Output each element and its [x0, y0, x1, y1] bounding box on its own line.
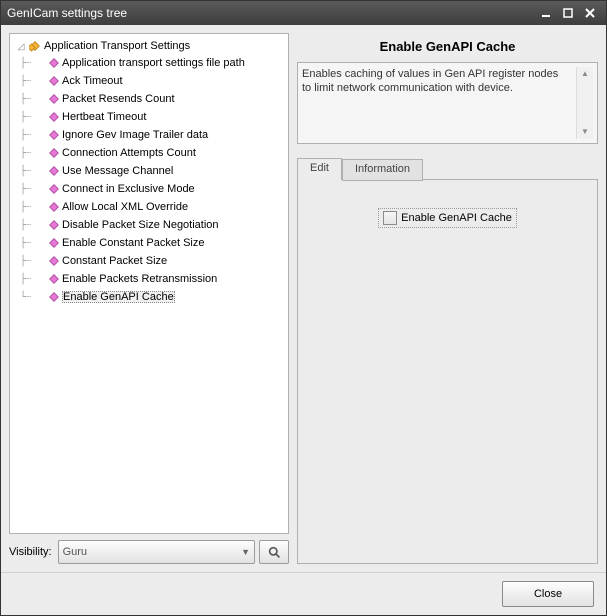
diamond-icon	[48, 147, 60, 159]
tree-item-label: Allow Local XML Override	[62, 201, 188, 213]
tree-item[interactable]: ├┈ Connect in Exclusive Mode	[18, 180, 286, 198]
tab-information[interactable]: Information	[342, 159, 423, 181]
tree-item[interactable]: ├┈ Disable Packet Size Negotiation	[18, 216, 286, 234]
tree-branch-icon: ├┈	[20, 94, 46, 105]
visibility-row: Visibility: Guru ▼	[9, 540, 289, 564]
tree-branch-icon: ├┈	[20, 274, 46, 285]
settings-window: GenICam settings tree ◿ Application Tran…	[0, 0, 607, 616]
description-scrollbar[interactable]: ▲ ▼	[576, 67, 593, 139]
tree-item-label: Hertbeat Timeout	[62, 111, 146, 123]
tree-branch-icon: ├┈	[20, 130, 46, 141]
tree-item[interactable]: ├┈ Use Message Channel	[18, 162, 286, 180]
tree-branch-icon: ├┈	[20, 238, 46, 249]
chevron-down-icon: ▼	[241, 547, 250, 557]
footer: Close	[1, 572, 606, 615]
enable-cache-checkbox[interactable]: Enable GenAPI Cache	[380, 210, 515, 226]
tree-branch-icon: └┈	[20, 292, 46, 303]
maximize-button[interactable]	[558, 5, 578, 21]
diamond-icon	[48, 93, 60, 105]
tree-branch-icon: ├┈	[20, 184, 46, 195]
settings-tree[interactable]: ◿ Application Transport Settings ├┈ Appli…	[9, 33, 289, 534]
tree-item-label: Connection Attempts Count	[62, 147, 196, 159]
description-text: Enables caching of values in Gen API reg…	[302, 67, 576, 95]
close-button[interactable]: Close	[502, 581, 594, 607]
left-pane: ◿ Application Transport Settings ├┈ Appli…	[9, 33, 289, 564]
diamond-icon	[48, 75, 60, 87]
tree-root-label: Application Transport Settings	[44, 40, 190, 52]
tree-root-node[interactable]: ◿ Application Transport Settings	[14, 38, 286, 54]
tree-item-label: Application transport settings file path	[62, 57, 245, 69]
tab-edit[interactable]: Edit	[297, 158, 342, 180]
tree-branch-icon: ├┈	[20, 112, 46, 123]
diamond-icon	[48, 291, 60, 303]
diamond-icon	[48, 237, 60, 249]
diamond-icon	[48, 129, 60, 141]
tree-branch-icon: ├┈	[20, 58, 46, 69]
tree-item[interactable]: ├┈ Application transport settings file pa…	[18, 54, 286, 72]
checkbox-box-icon	[383, 211, 397, 225]
diamond-icon	[48, 183, 60, 195]
visibility-value: Guru	[63, 546, 241, 558]
visibility-select[interactable]: Guru ▼	[58, 540, 255, 564]
tree-item[interactable]: ├┈ Connection Attempts Count	[18, 144, 286, 162]
close-window-button[interactable]	[580, 5, 600, 21]
tree-branch-icon: ├┈	[20, 76, 46, 87]
tree-item[interactable]: ├┈ Constant Packet Size	[18, 252, 286, 270]
tree-item-label: Disable Packet Size Negotiation	[62, 219, 219, 231]
tab-bar: Edit Information	[297, 158, 598, 180]
right-pane: Enable GenAPI Cache Enables caching of v…	[297, 33, 598, 564]
minimize-button[interactable]	[536, 5, 556, 21]
tree-item[interactable]: ├┈ Enable Packets Retransmission	[18, 270, 286, 288]
tree-branch-icon: ├┈	[20, 148, 46, 159]
visibility-label: Visibility:	[9, 546, 54, 558]
tree-item-label: Ack Timeout	[62, 75, 123, 87]
tree-item-label: Enable Packets Retransmission	[62, 273, 217, 285]
detail-title: Enable GenAPI Cache	[297, 33, 598, 62]
tree-item[interactable]: └┈ Enable GenAPI Cache	[18, 288, 286, 306]
diamond-icon	[48, 111, 60, 123]
search-button[interactable]	[259, 540, 289, 564]
tree-item[interactable]: ├┈ Ack Timeout	[18, 72, 286, 90]
diamond-icon	[48, 273, 60, 285]
window-title: GenICam settings tree	[7, 6, 534, 20]
titlebar: GenICam settings tree	[1, 1, 606, 25]
collapse-icon[interactable]: ◿	[16, 41, 26, 52]
tree-item-label: Connect in Exclusive Mode	[62, 183, 195, 195]
tree-item-label: Enable Constant Packet Size	[62, 237, 204, 249]
scroll-up-icon[interactable]: ▲	[581, 67, 589, 81]
diamond-icon	[48, 219, 60, 231]
description-box: Enables caching of values in Gen API reg…	[297, 62, 598, 144]
tab-information-label: Information	[355, 163, 410, 175]
tree-item[interactable]: ├┈ Hertbeat Timeout	[18, 108, 286, 126]
tree-children: ├┈ Application transport settings file pa…	[14, 54, 286, 306]
diamond-icon	[48, 201, 60, 213]
tree-item[interactable]: ├┈ Allow Local XML Override	[18, 198, 286, 216]
checkbox-label: Enable GenAPI Cache	[401, 212, 512, 224]
tree-item[interactable]: ├┈ Ignore Gev Image Trailer data	[18, 126, 286, 144]
tree-item-label: Enable GenAPI Cache	[62, 291, 175, 303]
tree-branch-icon: ├┈	[20, 202, 46, 213]
tree-item[interactable]: ├┈ Packet Resends Count	[18, 90, 286, 108]
tree-item-label: Constant Packet Size	[62, 255, 167, 267]
tree-item-label: Ignore Gev Image Trailer data	[62, 129, 208, 141]
category-icon	[29, 40, 41, 52]
tree-item[interactable]: ├┈ Enable Constant Packet Size	[18, 234, 286, 252]
close-button-label: Close	[534, 588, 562, 600]
diamond-icon	[48, 255, 60, 267]
scroll-down-icon[interactable]: ▼	[581, 125, 589, 139]
main-body: ◿ Application Transport Settings ├┈ Appli…	[1, 25, 606, 572]
tree-item-label: Packet Resends Count	[62, 93, 175, 105]
tree-branch-icon: ├┈	[20, 256, 46, 267]
tab-edit-label: Edit	[310, 162, 329, 174]
search-icon	[268, 546, 281, 559]
diamond-icon	[48, 57, 60, 69]
tab-panel-edit: Enable GenAPI Cache	[297, 179, 598, 564]
tree-branch-icon: ├┈	[20, 166, 46, 177]
tree-branch-icon: ├┈	[20, 220, 46, 231]
tree-item-label: Use Message Channel	[62, 165, 173, 177]
diamond-icon	[48, 165, 60, 177]
